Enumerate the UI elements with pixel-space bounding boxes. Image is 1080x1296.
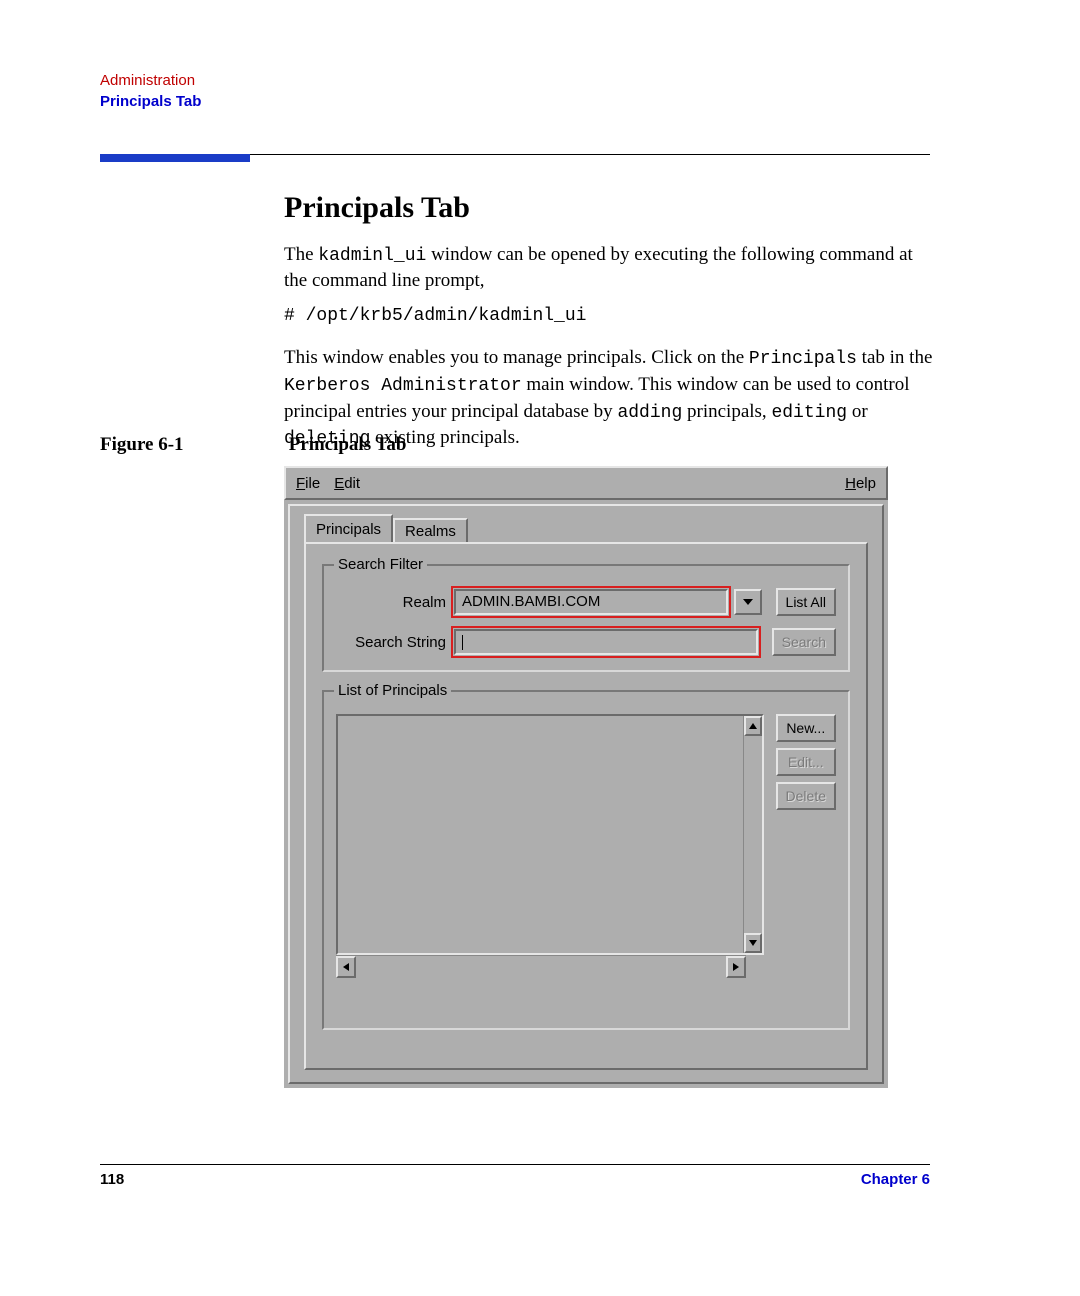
code-kadminl-ui: kadminl_ui (318, 246, 426, 266)
menu-help[interactable]: Help (845, 475, 876, 492)
list-all-button[interactable]: List All (776, 588, 836, 616)
menu-file[interactable]: File (296, 475, 320, 492)
new-button[interactable]: New... (776, 714, 836, 742)
realm-field[interactable]: ADMIN.BAMBI.COM (454, 589, 728, 615)
menubar: File Edit Help (284, 466, 888, 500)
delete-button[interactable]: Delete (776, 782, 836, 810)
scroll-up-button[interactable] (744, 716, 762, 736)
search-string-label: Search String (336, 634, 454, 651)
vertical-scrollbar[interactable] (743, 716, 762, 953)
tab-principals[interactable]: Principals (304, 514, 393, 543)
kerberos-admin-window: File Edit Help Principals Realms Search … (284, 466, 888, 1088)
principals-listbox[interactable] (336, 714, 764, 955)
page-number: 118 (100, 1171, 124, 1188)
realm-dropdown-button[interactable] (734, 589, 762, 615)
chevron-down-icon (743, 599, 753, 605)
realm-label: Realm (336, 594, 454, 611)
figure-caption-text: Principals Tab (289, 434, 407, 455)
figure-number: Figure 6-1 (100, 434, 284, 456)
running-header-section: Principals Tab (100, 91, 201, 112)
section-title: Principals Tab (284, 188, 934, 228)
text-cursor-icon (462, 635, 463, 650)
list-of-principals-group: List of Principals (322, 690, 850, 1030)
list-of-principals-title: List of Principals (334, 682, 451, 699)
chevron-up-icon (749, 723, 757, 729)
command-line: # /opt/krb5/admin/kadminl_ui (284, 305, 934, 329)
search-filter-group: Search Filter Realm ADMIN.BAMBI.COM List… (322, 564, 850, 672)
scroll-right-button[interactable] (726, 956, 746, 978)
edit-button[interactable]: Edit... (776, 748, 836, 776)
scroll-left-button[interactable] (336, 956, 356, 978)
chevron-left-icon (343, 963, 349, 971)
intro-paragraph-1: The kadminl_ui window can be opened by e… (284, 242, 934, 294)
menu-edit[interactable]: Edit (334, 475, 360, 492)
search-string-field[interactable] (454, 629, 758, 655)
running-header-chapter: Administration (100, 70, 201, 91)
horizontal-scrollbar[interactable] (336, 955, 746, 974)
chevron-down-icon (749, 940, 757, 946)
chevron-right-icon (733, 963, 739, 971)
section-rule (100, 154, 930, 162)
scroll-down-button[interactable] (744, 933, 762, 953)
search-button[interactable]: Search (772, 628, 836, 656)
search-filter-title: Search Filter (334, 556, 427, 573)
footer-chapter: Chapter 6 (861, 1171, 930, 1188)
